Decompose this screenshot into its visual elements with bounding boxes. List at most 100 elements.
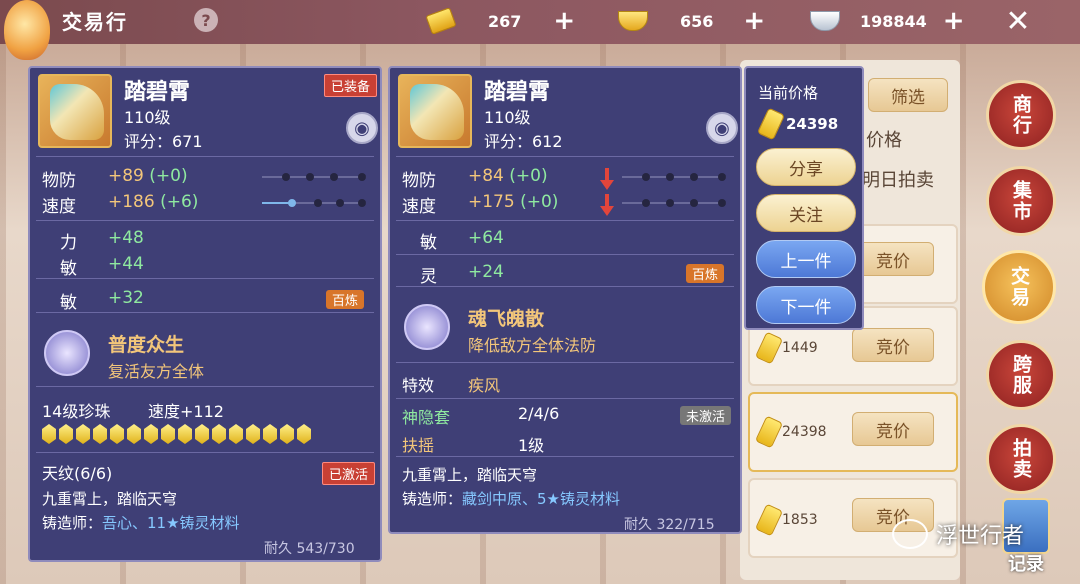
eye-icon[interactable]: ◉: [346, 112, 378, 144]
skill-desc: 复活友方全体: [108, 362, 205, 381]
skill-name: 魂飞魄散: [468, 308, 545, 330]
attr-label: 力: [60, 233, 77, 253]
divider: [396, 456, 734, 457]
bid-button[interactable]: 竞价: [852, 242, 934, 276]
divider: [36, 312, 374, 313]
durability: 耐久 322/715: [624, 517, 715, 533]
item-maker: 铸造师：藏剑中原、5★铸灵材料: [402, 490, 621, 508]
boots-icon: [410, 84, 464, 140]
refine-badge: 百炼: [326, 290, 365, 309]
previous-item-button[interactable]: 上一件: [756, 240, 856, 278]
follow-button[interactable]: 关注: [756, 194, 856, 232]
sub-label: 扶摇: [402, 436, 435, 455]
nav-shop[interactable]: 商行: [986, 80, 1056, 150]
tomorrow-auction-label: 明日拍卖: [862, 170, 934, 191]
divider: [396, 156, 734, 157]
filter-button[interactable]: 筛选: [868, 78, 948, 112]
divider: [36, 278, 374, 279]
close-icon[interactable]: ✕: [998, 4, 1038, 39]
stat-label: 物防: [402, 171, 436, 191]
item-thumbnail: [38, 74, 112, 148]
add-gold-ingot-button[interactable]: +: [743, 8, 765, 34]
gold-ingot-icon: [618, 11, 648, 31]
page-title: 交易行: [62, 10, 128, 34]
skill-desc: 降低敌方全体法防: [468, 336, 597, 355]
item-score: 评分：671: [124, 132, 203, 151]
action-popup: 当前价格 24398 分享 关注 上一件 下一件: [744, 66, 864, 330]
eye-icon[interactable]: ◉: [706, 112, 738, 144]
stat-track: [622, 173, 726, 181]
currency-gold-ingot: 656 +: [618, 6, 765, 36]
nav-trade[interactable]: 交易: [982, 250, 1056, 324]
bid-button[interactable]: 竞价: [852, 328, 934, 362]
skill-icon: [404, 304, 450, 350]
share-button[interactable]: 分享: [756, 148, 856, 186]
divider: [36, 220, 374, 221]
gold-bar-icon: [754, 503, 784, 537]
row-price: 1853: [754, 503, 818, 537]
divider: [36, 386, 374, 387]
bid-button[interactable]: 竞价: [852, 412, 934, 446]
down-arrow-icon: [600, 168, 614, 190]
down-arrow-icon: [600, 194, 614, 216]
divider: [396, 362, 734, 363]
nav-cross-server[interactable]: 跨服: [986, 340, 1056, 410]
stat-value: +84 (+0): [468, 166, 548, 186]
row-price: 24398: [754, 415, 827, 449]
item-name: 踏碧霄: [484, 80, 551, 105]
currency-silver: 198844 +: [810, 6, 965, 36]
add-gold-bar-button[interactable]: +: [553, 8, 575, 34]
divider: [396, 254, 734, 255]
stat-value: +175 (+0): [468, 192, 559, 212]
price-header: 价格: [866, 130, 902, 151]
currency-gold-bar: 267 +: [425, 6, 575, 36]
attr-value: +44: [108, 254, 144, 274]
item-thumbnail: [398, 74, 472, 148]
item-name: 踏碧霄: [124, 80, 191, 105]
current-price: 24398: [756, 107, 838, 141]
refine-label: 灵: [420, 267, 437, 287]
divider: [396, 398, 734, 399]
stat-track: [262, 173, 366, 181]
watermark: 浮世行者: [892, 518, 1024, 550]
listed-item-panel: 踏碧霄 110级 评分：612 ◉ 物防 +84 (+0) 速度 +175 (+…: [388, 66, 742, 534]
gold-bar-icon: [756, 107, 786, 141]
stat-track: [622, 199, 726, 207]
refine-value: +32: [108, 288, 144, 308]
boots-icon: [50, 84, 104, 140]
stat-label: 速度: [42, 197, 76, 217]
pearl-value: 速度+112: [148, 402, 224, 421]
add-silver-button[interactable]: +: [943, 8, 965, 34]
divider: [396, 286, 734, 287]
lantern-icon: [4, 0, 50, 60]
item-level: 110级: [124, 108, 171, 127]
effect-value: 疾风: [468, 376, 501, 395]
set-label: 神隐套: [402, 408, 451, 427]
skill-name: 普度众生: [108, 334, 185, 356]
nav-market[interactable]: 集市: [986, 166, 1056, 236]
gold-bar-icon: [425, 7, 457, 35]
pearl-label: 14级珍珠: [42, 402, 111, 421]
stat-value: +89 (+0): [108, 166, 188, 186]
attr-label: 敏: [60, 259, 77, 279]
gold-bar-icon: [754, 415, 784, 449]
stat-label: 速度: [402, 197, 436, 217]
stat-label: 物防: [42, 171, 76, 191]
attr-label: 敏: [420, 233, 437, 253]
divider: [36, 156, 374, 157]
help-button[interactable]: ?: [194, 8, 218, 32]
item-maker: 铸造师：吾心、11★铸灵材料: [42, 514, 240, 532]
skill-icon: [44, 330, 90, 376]
item-level: 110级: [484, 108, 531, 127]
gold-bar-icon: [754, 331, 784, 365]
attr-value: +48: [108, 228, 144, 248]
silver-ingot-icon: [810, 11, 840, 31]
next-item-button[interactable]: 下一件: [756, 286, 856, 324]
nav-auction[interactable]: 拍卖: [986, 424, 1056, 494]
item-poem: 九重霄上，踏临天穹: [42, 490, 178, 508]
wechat-icon: [892, 519, 928, 549]
tianwen-label: 天纹(6/6): [42, 464, 113, 483]
inactive-badge: 未激活: [680, 406, 732, 425]
refine-badge: 百炼: [686, 264, 725, 283]
set-value: 2/4/6: [518, 404, 560, 423]
